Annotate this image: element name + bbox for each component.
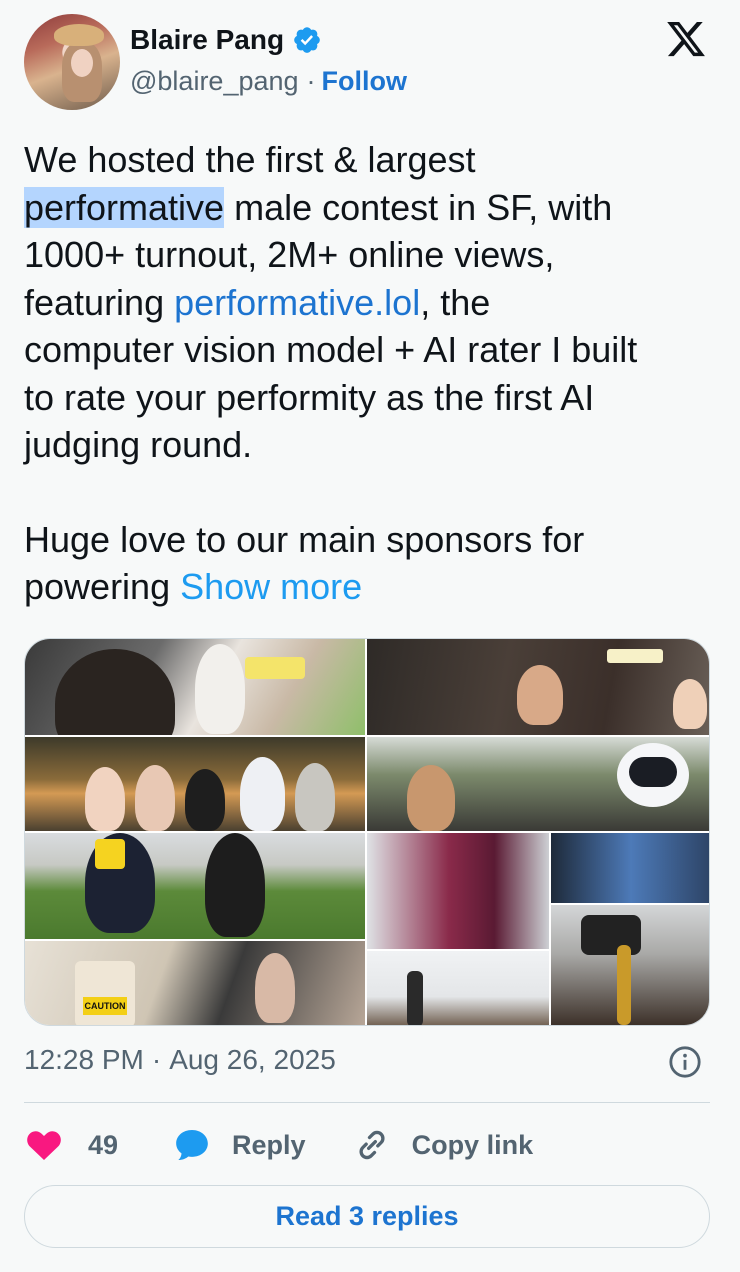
highlighted-word: performative (24, 186, 225, 228)
show-more-link[interactable]: Show more (180, 566, 362, 607)
tweet-line-pre: featuring (24, 281, 175, 323)
author-name[interactable]: Blaire Pang (130, 24, 284, 56)
reply-label: Reply (232, 1129, 306, 1160)
photo-tile[interactable] (367, 639, 709, 735)
tweet-card: Blaire Pang @blaire_pang · Follow We hos… (0, 0, 740, 1272)
tweet-line: computer vision model + AI rater I built (24, 329, 638, 370)
caution-sign: CAUTION (83, 997, 127, 1015)
author-avatar[interactable] (24, 14, 120, 110)
link-icon (359, 1130, 385, 1160)
author-name-row: Blaire Pang (130, 24, 322, 56)
photo-tile[interactable] (25, 737, 365, 831)
reply-bubble-icon (176, 1130, 208, 1160)
author-handle[interactable]: @blaire_pang (130, 66, 299, 97)
follow-button[interactable]: Follow (322, 66, 407, 97)
tweet-line: judging round. (24, 424, 253, 465)
read-replies-button[interactable]: Read 3 replies (24, 1185, 710, 1248)
photo-tile[interactable] (367, 833, 549, 949)
verified-badge-icon (294, 27, 320, 53)
tweet-line-pre: powering (24, 566, 181, 607)
photo-tile[interactable] (551, 905, 709, 1025)
tweet-line: 1000+ turnout, 2M+ online views, (24, 234, 555, 275)
time-separator: · (151, 1044, 162, 1075)
tweet-line: Huge love to our main sponsors for (24, 518, 585, 560)
photo-tile[interactable] (551, 833, 709, 903)
copy-link-button[interactable]: Copy link (352, 1125, 534, 1165)
tweet-time: 12:28 PM (24, 1044, 144, 1075)
divider (24, 1102, 710, 1103)
x-logo-icon[interactable] (664, 18, 708, 60)
action-bar: 49 Reply Copy link (24, 1120, 533, 1170)
reply-button[interactable]: Reply (172, 1125, 306, 1165)
like-count: 49 (88, 1129, 119, 1160)
avatar-hat (54, 24, 104, 46)
tweet-line: We hosted the first & largest (24, 139, 476, 180)
tweet-line: to rate your performity as the first AI (24, 376, 595, 418)
tweet-line-rest: male contest in SF, with (224, 186, 613, 228)
media-collage[interactable]: CAUTION (24, 638, 710, 1026)
like-button[interactable]: 49 (24, 1125, 118, 1165)
tweet-line: powering Show more (24, 563, 714, 611)
photo-tile[interactable] (367, 951, 549, 1025)
tweet-line: performative male contest in SF, with (24, 184, 714, 232)
photo-tile[interactable] (25, 639, 365, 735)
avatar-face (71, 49, 93, 77)
tweet-timestamp[interactable]: 12:28 PM · Aug 26, 2025 (24, 1044, 336, 1076)
site-link[interactable]: performative.lol (174, 282, 420, 323)
author-handle-row: @blaire_pang · Follow (130, 66, 407, 97)
handle-separator: · (306, 66, 316, 96)
tweet-line: featuring performative.lol, the (24, 279, 714, 327)
copy-link-label: Copy link (411, 1129, 534, 1160)
tweet-date: Aug 26, 2025 (169, 1044, 336, 1075)
heart-icon (27, 1131, 61, 1160)
info-icon[interactable] (668, 1045, 702, 1079)
tweet-text: We hosted the first & largest performati… (24, 136, 714, 611)
photo-tile[interactable]: CAUTION (25, 941, 365, 1025)
photo-tile[interactable] (367, 737, 709, 831)
tweet-line-post: , the (420, 281, 491, 323)
photo-tile[interactable] (25, 833, 365, 939)
